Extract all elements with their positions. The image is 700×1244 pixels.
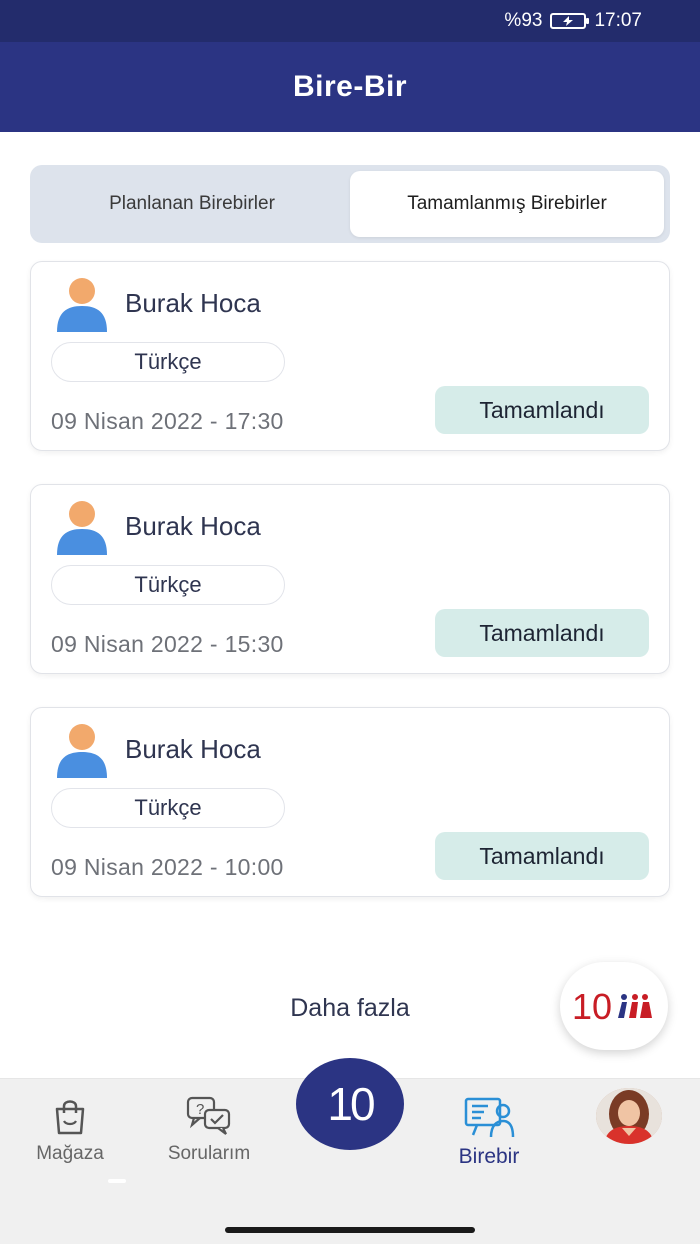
nav-indicator xyxy=(108,1179,126,1183)
session-card[interactable]: Burak Hoca Türkçe 09 Nisan 2022 - 17:30 … xyxy=(30,261,670,451)
nav-store-label: Mağaza xyxy=(36,1143,104,1164)
teacher-name: Burak Hoca xyxy=(125,734,261,764)
questions-chat-icon: ? xyxy=(186,1096,231,1135)
page-title: Bire-Bir xyxy=(292,70,408,103)
subject-chip: Türkçe xyxy=(51,565,285,605)
home-indicator xyxy=(225,1227,475,1233)
svg-text:10: 10 xyxy=(572,986,612,1026)
status-badge: Tamamlandı xyxy=(435,832,649,880)
nav-questions-label: Sorularım xyxy=(167,1143,251,1164)
status-bar: %93 17:07 xyxy=(0,0,700,42)
tab-planned[interactable]: Planlanan Birebirler xyxy=(36,171,348,237)
brand-logo-icon: 10 xyxy=(572,986,652,1026)
brand-fab-button[interactable]: 10 xyxy=(560,962,668,1050)
teacher-name: Burak Hoca xyxy=(125,511,261,541)
nav-birebir[interactable]: Birebir xyxy=(429,1095,549,1169)
teacher-name: Burak Hoca xyxy=(125,288,261,318)
profile-avatar[interactable] xyxy=(596,1088,662,1144)
session-card[interactable]: Burak Hoca Türkçe 09 Nisan 2022 - 10:00 … xyxy=(30,707,670,897)
nav-store[interactable]: Mağaza xyxy=(10,1095,130,1165)
nav-questions[interactable]: ? Sorularım xyxy=(149,1095,269,1165)
status-badge: Tamamlandı xyxy=(435,386,649,434)
session-tabs: Planlanan Birebirler Tamamlanmış Birebir… xyxy=(30,165,670,243)
session-datetime: 09 Nisan 2022 - 10:00 xyxy=(51,854,284,880)
user-photo-icon xyxy=(596,1088,662,1144)
status-indicators: %93 17:07 xyxy=(504,10,642,32)
nav-birebir-label: Birebir xyxy=(458,1145,520,1168)
svg-text:?: ? xyxy=(196,1101,204,1118)
teacher-avatar-icon xyxy=(57,724,107,778)
session-card[interactable]: Burak Hoca Türkçe 09 Nisan 2022 - 15:30 … xyxy=(30,484,670,674)
center-home-label: 10 xyxy=(327,1078,375,1130)
subject-chip: Türkçe xyxy=(51,342,285,382)
clock: 17:07 xyxy=(594,10,642,31)
app-header: Bire-Bir xyxy=(0,42,700,132)
status-badge: Tamamlandı xyxy=(435,609,649,657)
subject-chip: Türkçe xyxy=(51,788,285,828)
battery-icon xyxy=(550,13,590,29)
teacher-avatar-icon xyxy=(57,278,107,332)
session-datetime: 09 Nisan 2022 - 17:30 xyxy=(51,408,284,434)
battery-percent: %93 xyxy=(504,10,543,31)
session-datetime: 09 Nisan 2022 - 15:30 xyxy=(51,631,284,657)
shopping-bag-icon xyxy=(55,1100,85,1135)
birebir-board-icon xyxy=(464,1097,515,1138)
center-home-button[interactable]: 10 xyxy=(296,1058,404,1150)
teacher-avatar-icon xyxy=(57,501,107,555)
tab-completed[interactable]: Tamamlanmış Birebirler xyxy=(350,171,664,237)
